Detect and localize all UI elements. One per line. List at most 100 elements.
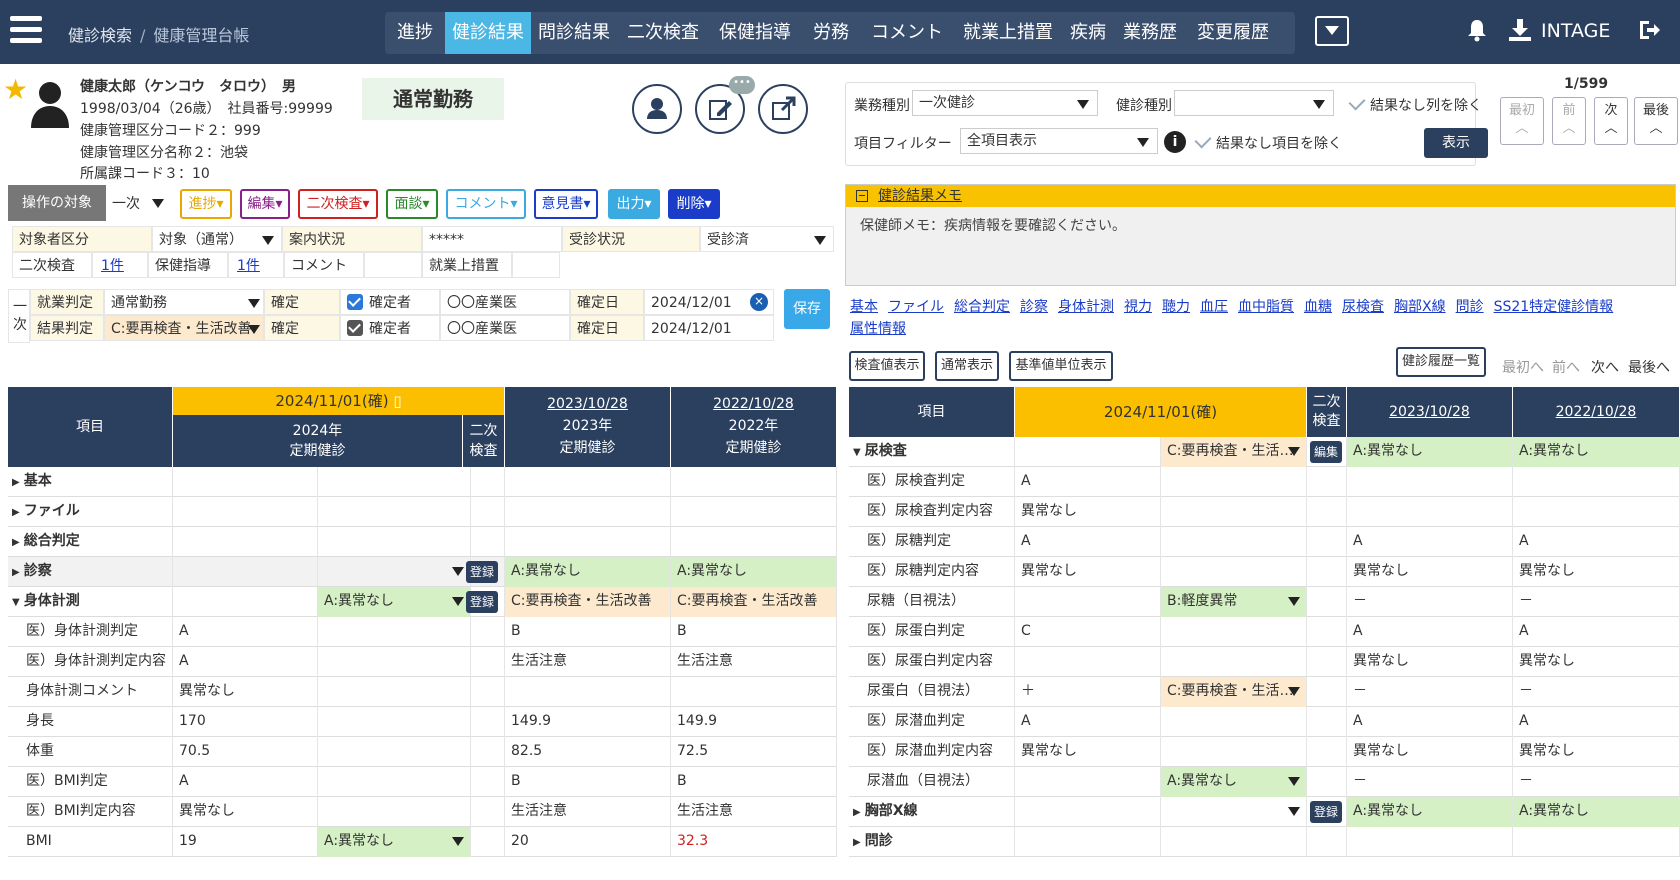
more-badge[interactable]: •••: [729, 76, 755, 94]
register-button[interactable]: 登録: [1310, 801, 1342, 823]
interview-dropdown[interactable]: 面談▾: [386, 189, 438, 219]
breadcrumb-link[interactable]: 健診検索: [68, 26, 132, 45]
group-toggle[interactable]: ▶ 総合判定: [8, 527, 173, 557]
tab-disease[interactable]: 疾病: [1063, 12, 1113, 54]
work-judgement-select[interactable]: 通常勤務: [104, 289, 264, 315]
right-2022-header[interactable]: 2022/10/28: [1513, 387, 1680, 437]
operation-target-select[interactable]: 一次: [108, 189, 168, 219]
section-link[interactable]: 血圧: [1200, 299, 1228, 315]
info-icon[interactable]: i: [1164, 131, 1186, 153]
section-link[interactable]: 視力: [1124, 299, 1152, 315]
collapse-toggle-icon[interactable]: [1315, 16, 1349, 46]
logout-icon[interactable]: [1637, 18, 1661, 42]
health-guidance-count-link[interactable]: 1件: [228, 252, 284, 278]
last-page-link[interactable]: 最後へ: [1628, 357, 1670, 377]
confirmer-checkbox[interactable]: 確定者: [340, 289, 440, 315]
edit-dropdown[interactable]: 編集▾: [240, 189, 290, 219]
group-toggle[interactable]: ▶ 診察: [8, 557, 173, 587]
left-2022-header[interactable]: 2022/10/28 2022年 定期健診: [671, 387, 837, 467]
group-toggle[interactable]: ▶ 問診: [849, 827, 1015, 857]
right-2023-header[interactable]: 2023/10/28: [1347, 387, 1513, 437]
exclude-empty-items-checkbox[interactable]: 結果なし項目を除く: [1194, 131, 1342, 153]
person-button[interactable]: [632, 84, 682, 134]
first-page-link[interactable]: 最初へ: [1502, 357, 1544, 377]
register-button[interactable]: 登録: [466, 561, 498, 583]
tab-change-log[interactable]: 変更履歴: [1187, 12, 1279, 54]
tab-work-measure[interactable]: 就業上措置: [953, 12, 1063, 54]
open-external-button[interactable]: [758, 84, 808, 134]
section-link[interactable]: 尿検査: [1342, 299, 1384, 315]
last-record-button[interactable]: 最後 ︿: [1634, 97, 1678, 145]
section-link[interactable]: 属性情報: [850, 321, 906, 337]
bell-icon[interactable]: [1466, 18, 1488, 42]
memo-title[interactable]: 健診結果メモ: [846, 185, 1675, 207]
section-link[interactable]: 聴力: [1162, 299, 1190, 315]
section-link[interactable]: SS21特定健診情報: [1494, 299, 1614, 315]
tab-interview[interactable]: 問診結果: [531, 12, 617, 54]
comment-dropdown[interactable]: コメント▾: [446, 189, 526, 219]
group-toggle[interactable]: ▼ 尿検査: [849, 437, 1015, 467]
progress-dropdown[interactable]: 進捗▾: [180, 189, 232, 219]
tab-second-exam[interactable]: 二次検査: [617, 12, 709, 54]
group-toggle[interactable]: ▶ ファイル: [8, 497, 173, 527]
second-exam-dropdown[interactable]: 二次検査▾: [298, 189, 378, 219]
pdf-icon[interactable]: ▯: [393, 392, 401, 410]
exclude-empty-columns-checkbox[interactable]: 結果なし列を除く: [1348, 93, 1482, 115]
judgement-select[interactable]: [1161, 797, 1307, 827]
judgement-select[interactable]: A:異常なし: [318, 827, 471, 857]
display-button[interactable]: 表示: [1424, 128, 1488, 158]
tab-results[interactable]: 健診結果: [445, 12, 531, 54]
next-page-link[interactable]: 次へ: [1591, 357, 1619, 377]
judgement-select[interactable]: A:異常なし: [318, 587, 471, 617]
section-link[interactable]: 身体計測: [1058, 299, 1114, 315]
save-button[interactable]: 保存: [784, 289, 830, 329]
judgement-select[interactable]: [318, 557, 471, 587]
confirmer-checkbox-2[interactable]: 確定者: [340, 315, 440, 341]
result-judgement-select[interactable]: C:要再検査・生活改善: [104, 315, 264, 341]
tab-work-history[interactable]: 業務歴: [1113, 12, 1187, 54]
second-exam-count-link[interactable]: 1件: [92, 252, 148, 278]
right-current-date-header[interactable]: 2024/11/01(確): [1015, 387, 1307, 437]
judgement-select[interactable]: C:要再検査・生活…: [1161, 677, 1307, 707]
group-toggle[interactable]: ▼ 身体計測: [8, 587, 173, 617]
exam-type-select[interactable]: [1174, 90, 1334, 116]
section-link[interactable]: 診察: [1020, 299, 1048, 315]
tab-labor[interactable]: 労務: [801, 12, 861, 54]
output-dropdown[interactable]: 出力▾: [608, 189, 660, 219]
left-2023-header[interactable]: 2023/10/28 2023年 定期健診: [505, 387, 671, 467]
user-name[interactable]: INTAGE: [1541, 20, 1610, 42]
delete-dropdown[interactable]: 削除▾: [668, 189, 720, 219]
judgement-select[interactable]: A:異常なし: [1161, 767, 1307, 797]
section-link[interactable]: 血糖: [1304, 299, 1332, 315]
memo-textarea[interactable]: 保健師メモ：疾病情報を要確認ください。: [846, 207, 1675, 285]
test-value-view-button[interactable]: 検査値表示: [849, 351, 925, 381]
section-link[interactable]: 基本: [850, 299, 878, 315]
judgement-select[interactable]: B:軽度異常: [1161, 587, 1307, 617]
left-current-date-header[interactable]: 2024/11/01(確) ▯: [173, 387, 505, 415]
reference-unit-view-button[interactable]: 基準値単位表示: [1009, 351, 1113, 381]
tab-comment[interactable]: コメント: [861, 12, 953, 54]
favorite-star-icon[interactable]: ★: [3, 76, 28, 104]
tab-guidance[interactable]: 保健指導: [709, 12, 801, 54]
section-link[interactable]: 問診: [1456, 299, 1484, 315]
group-toggle[interactable]: ▶ 基本: [8, 467, 173, 497]
prev-page-link[interactable]: 前へ: [1552, 357, 1580, 377]
exam-history-button[interactable]: 健診履歴一覧: [1396, 347, 1486, 377]
business-type-select[interactable]: 一次健診: [912, 90, 1098, 116]
download-icon[interactable]: [1508, 18, 1532, 42]
group-toggle[interactable]: ▶ 胸部X線: [849, 797, 1015, 827]
section-link[interactable]: 胸部X線: [1394, 299, 1446, 315]
normal-view-button[interactable]: 通常表示: [935, 351, 999, 381]
section-link[interactable]: ファイル: [888, 299, 944, 315]
clear-icon[interactable]: ×: [750, 293, 768, 311]
tab-progress[interactable]: 進捗: [385, 12, 445, 54]
section-link[interactable]: 総合判定: [954, 299, 1010, 315]
judgement-select[interactable]: C:要再検査・生活…: [1161, 437, 1307, 467]
opinion-dropdown[interactable]: 意見書▾: [534, 189, 598, 219]
register-button[interactable]: 登録: [466, 591, 498, 613]
prev-record-button[interactable]: 前 ︿: [1552, 97, 1586, 145]
section-link[interactable]: 血中脂質: [1238, 299, 1294, 315]
next-record-button[interactable]: 次 ︿: [1594, 97, 1628, 145]
edit-button[interactable]: 編集: [1310, 441, 1342, 463]
item-filter-select[interactable]: 全項目表示: [960, 128, 1158, 154]
